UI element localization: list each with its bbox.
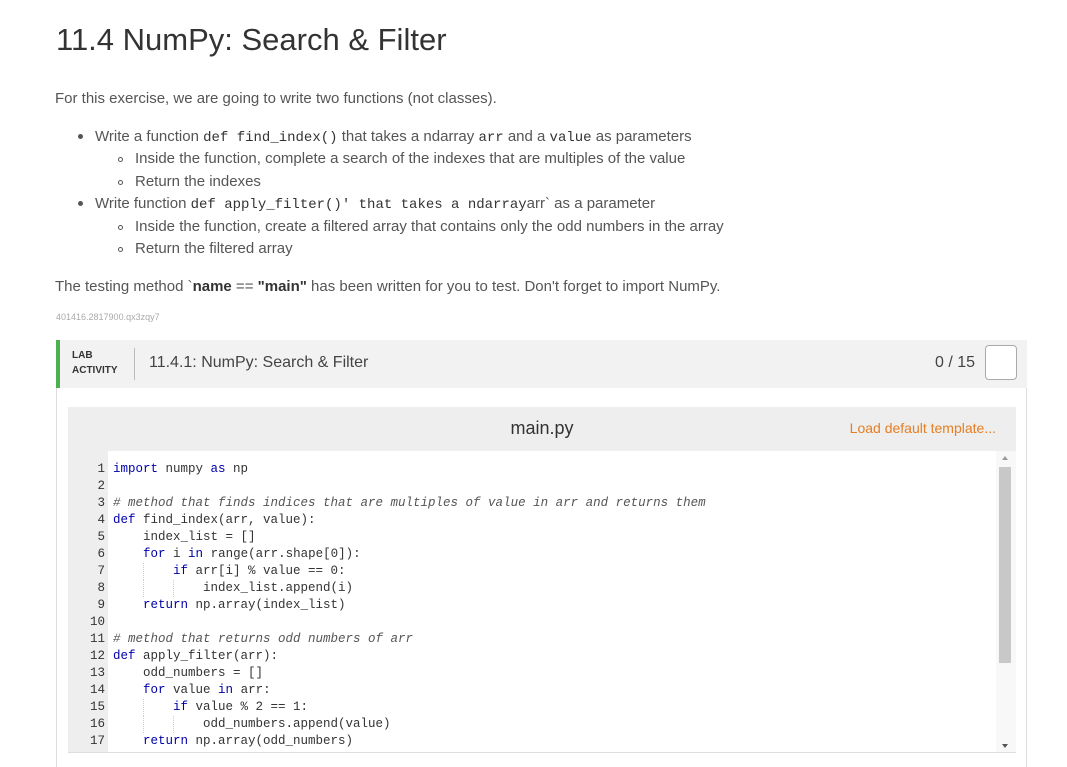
bullet-apply-filter: Write function def apply_filter()' that … [95, 195, 656, 213]
line-number: 6 [97, 547, 105, 561]
sub-bullet-circle [118, 225, 123, 230]
content-id: 401416.2817900.qx3zqy7 [56, 312, 160, 322]
lab-activity-header: LAB ACTIVITY 11.4.1: NumPy: Search & Fil… [56, 340, 1027, 388]
code-line[interactable]: index_list.append(i) [113, 580, 353, 597]
code-line[interactable]: index_list = [] [113, 529, 256, 546]
page-title: 11.4 NumPy: Search & Filter [56, 22, 447, 57]
load-default-template-link[interactable]: Load default template... [850, 420, 996, 436]
editor-bottom-border [68, 752, 1016, 753]
scroll-down-icon[interactable] [1002, 744, 1008, 748]
code-line[interactable]: return np.array(index_list) [113, 597, 346, 614]
code-line[interactable]: odd_numbers.append(value) [113, 716, 391, 733]
line-number: 14 [89, 683, 105, 697]
sub-bullet-return-indexes: Return the indexes [135, 173, 261, 190]
line-number: 8 [97, 581, 105, 595]
code-line[interactable]: # method that returns odd numbers of arr [113, 631, 413, 648]
indent-guide [143, 716, 144, 733]
line-number: 12 [89, 649, 105, 663]
indent-guide [143, 699, 144, 716]
line-number: 10 [89, 615, 105, 629]
completion-badge-icon [985, 345, 1017, 380]
line-number: 1 [97, 462, 105, 476]
scroll-up-icon[interactable] [1002, 456, 1008, 460]
line-number: 11 [89, 632, 105, 646]
line-number: 9 [97, 598, 105, 612]
line-number: 4 [97, 513, 105, 527]
bullet-find-index: Write a function def find_index() that t… [95, 128, 692, 146]
code-line[interactable]: for value in arr: [113, 682, 271, 699]
testing-text: The testing method `name == "main" has b… [55, 278, 721, 295]
line-number: 16 [89, 717, 105, 731]
bullet-dot [78, 201, 83, 206]
sub-bullet-search: Inside the function, complete a search o… [135, 150, 686, 167]
line-number: 7 [97, 564, 105, 578]
indent-guide [173, 580, 174, 597]
sub-bullet-circle [118, 247, 123, 252]
lab-title: 11.4.1: NumPy: Search & Filter [149, 354, 369, 371]
sub-bullet-filter: Inside the function, create a filtered a… [135, 218, 724, 235]
score: 0 / 15 [934, 354, 975, 371]
line-number: 3 [97, 496, 105, 510]
indent-guide [143, 580, 144, 597]
indent-guide [173, 716, 174, 733]
line-number-gutter: 1 2 3 4 5 6 7 8 9 10 11 12 13 14 15 16 17 [68, 451, 108, 752]
scrollbar-thumb[interactable] [999, 467, 1011, 663]
sub-bullet-return-filtered: Return the filtered array [135, 240, 293, 257]
code-line[interactable]: odd_numbers = [] [113, 665, 263, 682]
divider [134, 348, 135, 380]
line-number: 13 [89, 666, 105, 680]
lab-activity-tag: LAB ACTIVITY [72, 350, 118, 376]
bullet-dot [78, 134, 83, 139]
code-line[interactable]: def apply_filter(arr): [113, 648, 278, 665]
code-line[interactable]: def find_index(arr, value): [113, 512, 316, 529]
line-number: 5 [97, 530, 105, 544]
code-line[interactable]: import numpy as np [113, 461, 248, 478]
editor-header: main.py Load default template... [68, 407, 1016, 451]
indent-guide [143, 563, 144, 580]
code-editor[interactable]: import numpy as np # method that finds in… [108, 451, 996, 752]
intro-text: For this exercise, we are going to write… [55, 90, 497, 107]
line-number: 17 [89, 734, 105, 748]
code-line[interactable]: return np.array(odd_numbers) [113, 733, 353, 750]
editor-scrollbar[interactable] [996, 451, 1016, 752]
line-number: 15 [89, 700, 105, 714]
code-line[interactable]: for i in range(arr.shape[0]): [113, 546, 361, 563]
sub-bullet-circle [118, 180, 123, 185]
code-line[interactable]: # method that finds indices that are mul… [113, 495, 706, 512]
sub-bullet-circle [118, 157, 123, 162]
code-line[interactable]: if arr[i] % value == 0: [113, 563, 346, 580]
line-number: 2 [97, 479, 105, 493]
